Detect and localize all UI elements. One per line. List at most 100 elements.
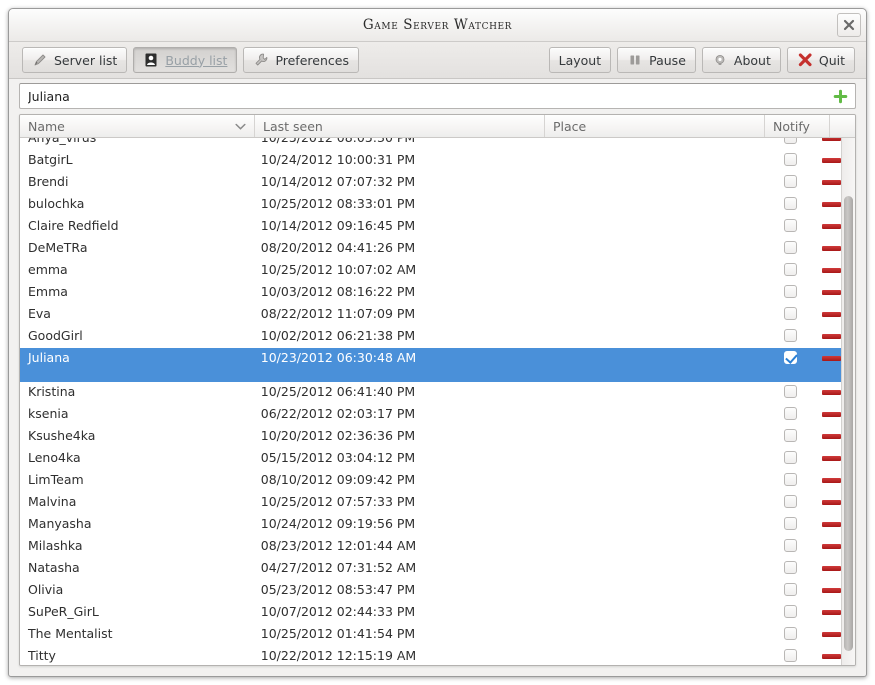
remove-buddy-icon[interactable] [822, 290, 841, 295]
quit-button[interactable]: Quit [786, 47, 855, 73]
notify-checkbox[interactable] [783, 385, 797, 398]
remove-buddy-icon[interactable] [822, 610, 841, 615]
table-row[interactable]: Brendi 10/14/2012 07:07:32 PM [20, 172, 841, 194]
remove-buddy-icon[interactable] [822, 158, 841, 163]
table-row[interactable]: Anya_virus 10/25/2012 08:05:30 PM [20, 138, 841, 150]
table-row[interactable]: Olivia 05/23/2012 08:53:47 PM [20, 580, 841, 602]
cell-name: LimTeam [28, 472, 84, 487]
remove-buddy-icon[interactable] [822, 312, 841, 317]
notify-checkbox[interactable] [783, 285, 797, 298]
notify-checkbox[interactable] [783, 605, 797, 618]
remove-buddy-icon[interactable] [822, 632, 841, 637]
remove-buddy-icon[interactable] [822, 334, 841, 339]
notify-checkbox[interactable] [783, 561, 797, 574]
remove-buddy-icon[interactable] [822, 268, 841, 273]
table-row[interactable]: Ksushe4ka 10/20/2012 02:36:36 PM [20, 426, 841, 448]
table-row[interactable]: Titty 10/22/2012 12:15:19 AM [20, 646, 841, 665]
remove-buddy-icon[interactable] [822, 500, 841, 505]
pause-button[interactable]: Pause [617, 47, 696, 73]
remove-buddy-icon[interactable] [822, 654, 841, 659]
table-row[interactable]: emma 10/25/2012 10:07:02 AM [20, 260, 841, 282]
table-row[interactable]: LimTeam 08/10/2012 09:09:42 PM [20, 470, 841, 492]
add-buddy-button[interactable] [829, 86, 851, 107]
cell-notify [758, 426, 822, 442]
table-row[interactable]: DeMeTRa 08/20/2012 04:41:26 PM [20, 238, 841, 260]
remove-buddy-icon[interactable] [822, 180, 841, 185]
notify-checkbox[interactable] [783, 473, 797, 486]
remove-buddy-icon[interactable] [822, 588, 841, 593]
notify-checkbox[interactable] [783, 219, 797, 232]
remove-buddy-icon[interactable] [822, 138, 841, 141]
cell-last-seen: 10/23/2012 06:30:48 AMat simhost.org:270… [253, 348, 540, 365]
notify-checkbox[interactable] [783, 329, 797, 342]
layout-button[interactable]: Layout [548, 47, 612, 73]
notify-checkbox[interactable] [783, 175, 797, 188]
table-row[interactable]: Leno4ka 05/15/2012 03:04:12 PM [20, 448, 841, 470]
notify-checkbox[interactable] [783, 517, 797, 530]
table-row[interactable]: Juliana 10/23/2012 06:30:48 AMat simhost.… [20, 348, 841, 382]
remove-buddy-icon[interactable] [822, 478, 841, 483]
remove-buddy-icon[interactable] [822, 356, 841, 361]
notify-checkbox[interactable] [783, 138, 797, 144]
tab-buddy-list[interactable]: Buddy list [133, 47, 238, 73]
tab-server-list[interactable]: Server list [22, 47, 128, 73]
table-row[interactable]: Manyasha 10/24/2012 09:19:56 PM [20, 514, 841, 536]
table-row[interactable]: The Mentalist 10/25/2012 01:41:54 PM [20, 624, 841, 646]
column-header-notify[interactable]: Notify [765, 115, 830, 137]
notify-checkbox[interactable] [783, 429, 797, 442]
notify-checkbox[interactable] [783, 539, 797, 552]
remove-buddy-icon[interactable] [822, 390, 841, 395]
notify-checkbox[interactable] [783, 351, 797, 364]
notify-checkbox[interactable] [783, 451, 797, 464]
cell-last-seen-value: 04/27/2012 07:31:52 AM [260, 560, 417, 575]
remove-buddy-icon[interactable] [822, 456, 841, 461]
table-row[interactable]: GoodGirl 10/02/2012 06:21:38 PM [20, 326, 841, 348]
cell-place [540, 348, 758, 350]
cell-place [540, 558, 758, 560]
table-row[interactable]: Milashka 08/23/2012 12:01:44 AM [20, 536, 841, 558]
column-header-last-seen[interactable]: Last seen [255, 115, 545, 137]
notify-checkbox[interactable] [783, 627, 797, 640]
notify-checkbox[interactable] [783, 583, 797, 596]
cell-notify [758, 470, 822, 486]
remove-buddy-icon[interactable] [822, 202, 841, 207]
cell-last-seen: 10/24/2012 09:19:56 PM [253, 514, 540, 531]
application-window: Game Server Watcher Server list Buddy li… [8, 8, 867, 677]
cell-name: Kristina [28, 384, 76, 399]
notify-checkbox[interactable] [783, 307, 797, 320]
add-buddy-input[interactable] [20, 84, 820, 108]
notify-checkbox[interactable] [783, 263, 797, 276]
remove-buddy-icon[interactable] [822, 566, 841, 571]
remove-buddy-icon[interactable] [822, 412, 841, 417]
remove-buddy-icon[interactable] [822, 434, 841, 439]
remove-buddy-icon[interactable] [822, 246, 841, 251]
notify-checkbox[interactable] [783, 495, 797, 508]
table-row[interactable]: Malvina 10/25/2012 07:57:33 PM [20, 492, 841, 514]
vertical-scrollbar[interactable] [841, 138, 855, 665]
table-row[interactable]: Natasha 04/27/2012 07:31:52 AM [20, 558, 841, 580]
table-row[interactable]: Kristina 10/25/2012 06:41:40 PM [20, 382, 841, 404]
notify-checkbox[interactable] [783, 649, 797, 662]
table-row[interactable]: Claire Redfield 10/14/2012 09:16:45 PM [20, 216, 841, 238]
table-row[interactable]: Emma 10/03/2012 08:16:22 PM [20, 282, 841, 304]
table-row[interactable]: BatgirL 10/24/2012 10:00:31 PM [20, 150, 841, 172]
table-row[interactable]: ksenia 06/22/2012 02:03:17 PM [20, 404, 841, 426]
notify-checkbox[interactable] [783, 153, 797, 166]
vertical-scrollbar-thumb[interactable] [844, 196, 853, 651]
notify-checkbox[interactable] [783, 407, 797, 420]
tab-preferences[interactable]: Preferences [243, 47, 359, 73]
column-header-place[interactable]: Place [545, 115, 765, 137]
remove-buddy-icon[interactable] [822, 522, 841, 527]
notify-checkbox[interactable] [783, 197, 797, 210]
column-header-name[interactable]: Name [20, 115, 255, 137]
remove-buddy-icon[interactable] [822, 224, 841, 229]
table-row[interactable]: Eva 08/22/2012 11:07:09 PM [20, 304, 841, 326]
chevron-down-icon [235, 119, 246, 134]
table-row[interactable]: bulochka 10/25/2012 08:33:01 PM [20, 194, 841, 216]
notify-checkbox[interactable] [783, 241, 797, 254]
cell-notify [758, 216, 822, 232]
about-button[interactable]: About [701, 47, 781, 73]
table-row[interactable]: SuPeR_GirL 10/07/2012 02:44:33 PM [20, 602, 841, 624]
remove-buddy-icon[interactable] [822, 544, 841, 549]
close-window-button[interactable] [837, 13, 861, 37]
